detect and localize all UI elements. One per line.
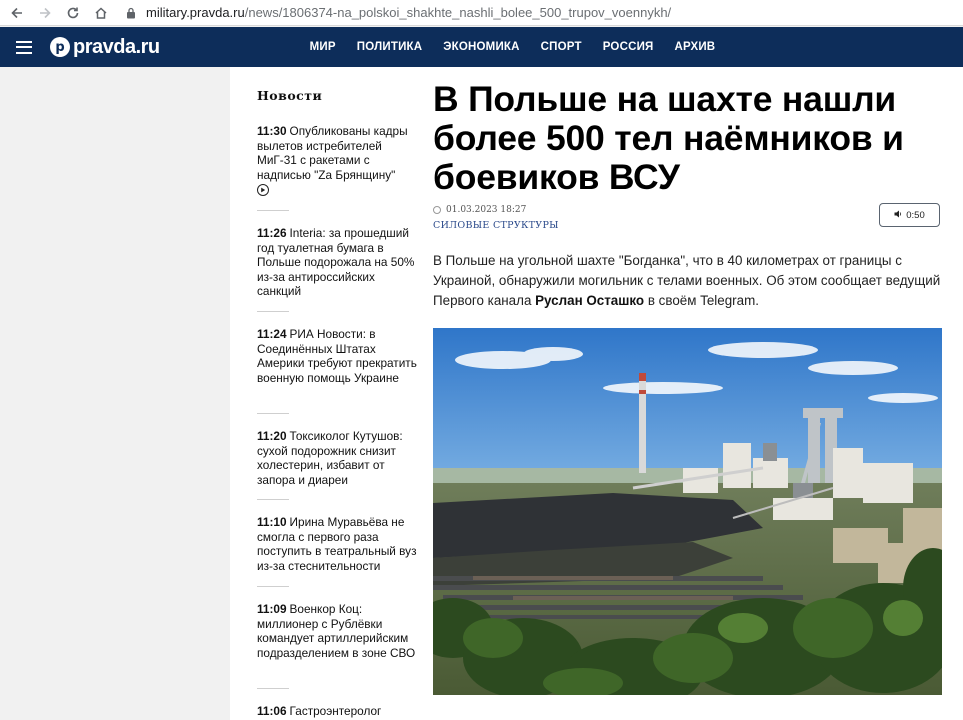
news-item[interactable]: 11:30 Опубликованы кадры вылетов истребит… [257, 124, 417, 197]
lead-author-name[interactable]: Руслан Осташко [535, 293, 644, 308]
main-nav: МИР ПОЛИТИКА ЭКОНОМИКА СПОРТ РОССИЯ АРХИ… [310, 41, 737, 53]
lead-text-end: в своём Telegram. [644, 293, 759, 308]
nav-item-sport[interactable]: СПОРТ [541, 41, 582, 53]
news-divider [257, 586, 289, 587]
browser-toolbar: military.pravda.ru/news/1806374-na_polsk… [0, 0, 963, 26]
url-host: military.pravda.ru [146, 5, 245, 20]
article-date: 01.03.2023 18:27 [446, 205, 527, 215]
news-divider [257, 210, 289, 211]
article-headline: В Польше на шахте нашли более 500 тел на… [433, 79, 904, 197]
site-header: p pravda.ru МИР ПОЛИТИКА ЭКОНОМИКА СПОРТ… [0, 27, 963, 67]
audio-duration: 0:50 [906, 209, 925, 221]
news-divider [257, 311, 289, 312]
url-text: military.pravda.ru/news/1806374-na_polsk… [146, 5, 671, 20]
news-heading: Новости [257, 88, 323, 103]
address-bar[interactable]: military.pravda.ru/news/1806374-na_polsk… [124, 2, 671, 24]
site-logo[interactable]: p pravda.ru [50, 36, 160, 59]
news-item[interactable]: 11:26 Interia: за прошедший год туалетная… [257, 226, 417, 299]
clock-icon [433, 206, 441, 214]
article: В Польше на шахте нашли более 500 тел на… [433, 67, 941, 308]
news-time: 11:20 [257, 429, 287, 443]
news-item[interactable]: 11:24 РИА Новости: в Соединённых Штатах А… [257, 327, 417, 385]
news-divider [257, 499, 289, 500]
news-divider [257, 688, 289, 689]
news-time: 11:24 [257, 327, 287, 341]
menu-icon[interactable] [16, 40, 32, 54]
nav-item-arkhiv[interactable]: АРХИВ [675, 41, 716, 53]
listen-button[interactable]: 0:50 [879, 203, 940, 227]
play-icon [257, 184, 269, 196]
pravda-logo-icon: p [50, 37, 70, 57]
article-category[interactable]: СИЛОВЫЕ СТРУКТУРЫ [433, 220, 559, 231]
news-sidebar: Новости 11:30 Опубликованы кадры вылетов … [257, 67, 417, 718]
page-content: Новости 11:30 Опубликованы кадры вылетов … [230, 67, 963, 720]
news-time: 11:30 [257, 124, 287, 138]
nav-item-politika[interactable]: ПОЛИТИКА [357, 41, 422, 53]
forward-arrow-icon[interactable] [34, 2, 56, 24]
reload-icon[interactable] [62, 2, 84, 24]
lock-icon [124, 6, 138, 20]
article-meta: 01.03.2023 18:27 СИЛОВЫЕ СТРУКТУРЫ [433, 205, 559, 231]
logo-text: pravda.ru [73, 35, 160, 58]
nav-item-mir[interactable]: МИР [310, 41, 336, 53]
news-item[interactable]: 11:10 Ирина Муравьёва не смогла с первого… [257, 515, 417, 573]
news-item[interactable]: 11:20 Токсиколог Кутушов: сухой подорожни… [257, 429, 417, 487]
home-icon[interactable] [90, 2, 112, 24]
news-time: 11:26 [257, 226, 287, 240]
news-time: 11:10 [257, 515, 287, 529]
news-time: 11:09 [257, 602, 287, 616]
news-item[interactable]: 11:09 Военкор Коц: миллионер с Рублёвки к… [257, 602, 417, 660]
news-divider [257, 413, 289, 414]
article-date-row: 01.03.2023 18:27 [433, 205, 559, 215]
article-photo [433, 328, 942, 695]
url-path: /news/1806374-na_polskoi_shakhte_nashli_… [244, 5, 672, 20]
news-text: Гастроэнтеролог [289, 704, 382, 718]
nav-item-ekonomika[interactable]: ЭКОНОМИКА [443, 41, 519, 53]
nav-item-rossiya[interactable]: РОССИЯ [603, 41, 654, 53]
speaker-icon [894, 210, 902, 220]
article-lead: В Польше на угольной шахте "Богданка", ч… [433, 251, 941, 311]
news-item[interactable]: 11:06 Гастроэнтеролог [257, 704, 417, 719]
back-arrow-icon[interactable] [6, 2, 28, 24]
news-time: 11:06 [257, 704, 287, 718]
